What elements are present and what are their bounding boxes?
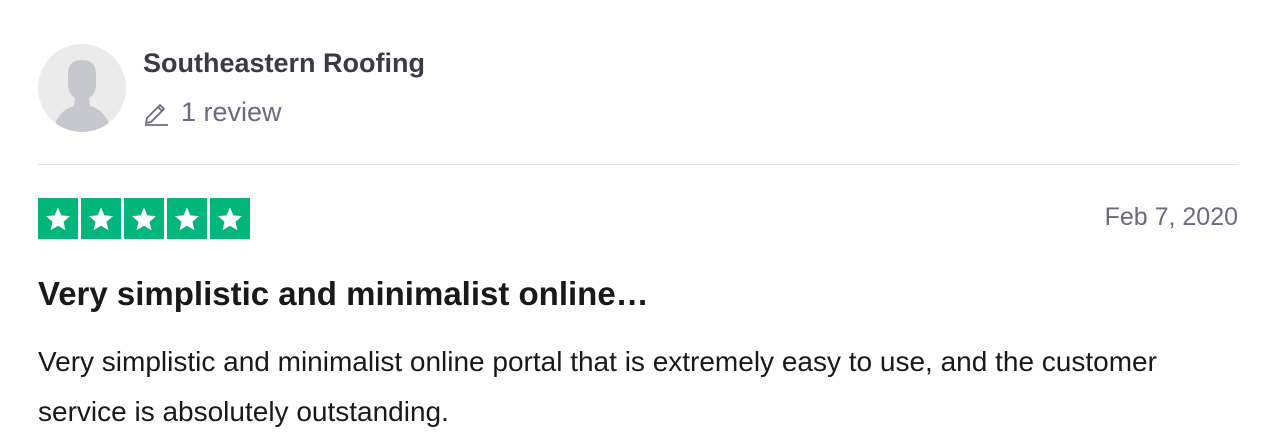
consumer-name[interactable]: Southeastern Roofing — [143, 48, 425, 79]
user-silhouette-icon — [52, 60, 112, 132]
star-icon — [210, 198, 250, 239]
review-card: Southeastern Roofing 1 review Feb 7, 202… — [0, 0, 1282, 434]
pencil-icon — [143, 98, 169, 126]
review-title[interactable]: Very simplistic and minimalist online… — [38, 275, 649, 313]
review-body: Very simplistic and minimalist online po… — [38, 346, 1157, 427]
star-icon — [167, 198, 207, 239]
review-count: 1 review — [143, 95, 282, 129]
divider — [38, 164, 1238, 165]
star-icon — [38, 198, 78, 239]
star-icon — [124, 198, 164, 239]
review-count-label: 1 review — [181, 96, 282, 127]
avatar[interactable] — [38, 44, 126, 132]
review-date: Feb 7, 2020 — [1104, 203, 1238, 231]
star-icon — [81, 198, 121, 239]
star-rating — [38, 198, 250, 239]
